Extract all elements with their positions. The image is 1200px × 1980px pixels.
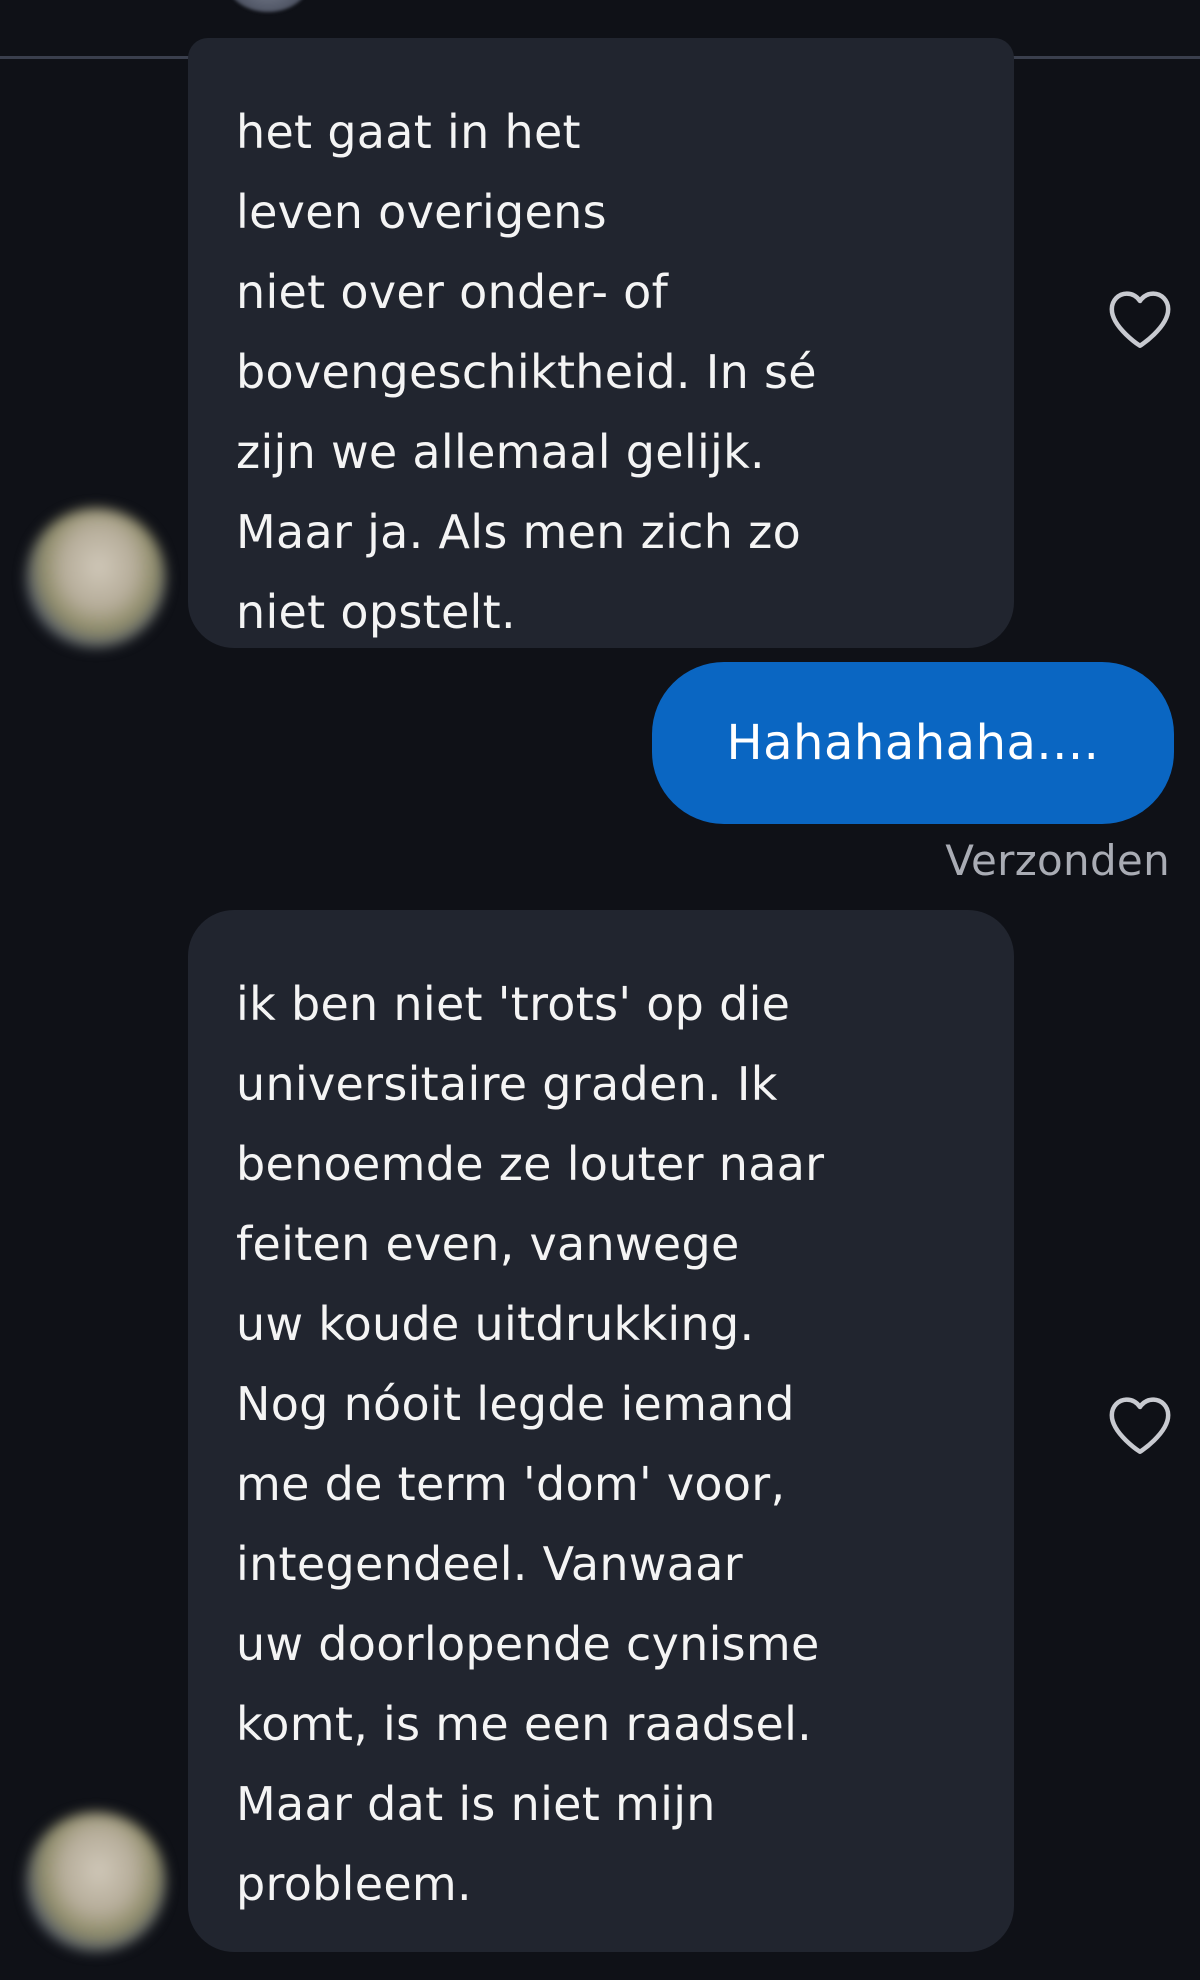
contact-avatar[interactable] [226,0,310,12]
message-status: Verzonden [945,836,1170,885]
incoming-message-bubble[interactable]: het gaat in het leven overigens niet ove… [188,38,1014,648]
message-text: Hahahahaha.... [726,715,1100,771]
incoming-message-bubble[interactable]: ik ben niet 'trots' op die universitaire… [188,910,1014,1952]
sender-avatar[interactable] [26,508,166,648]
sender-avatar[interactable] [26,1812,166,1952]
message-text: ik ben niet 'trots' op die universitaire… [236,977,825,1911]
message-text: het gaat in het leven overigens niet ove… [236,105,817,639]
outgoing-message-bubble[interactable]: Hahahahaha.... [652,662,1174,824]
heart-outline-icon[interactable] [1106,288,1174,350]
heart-outline-icon[interactable] [1106,1394,1174,1456]
